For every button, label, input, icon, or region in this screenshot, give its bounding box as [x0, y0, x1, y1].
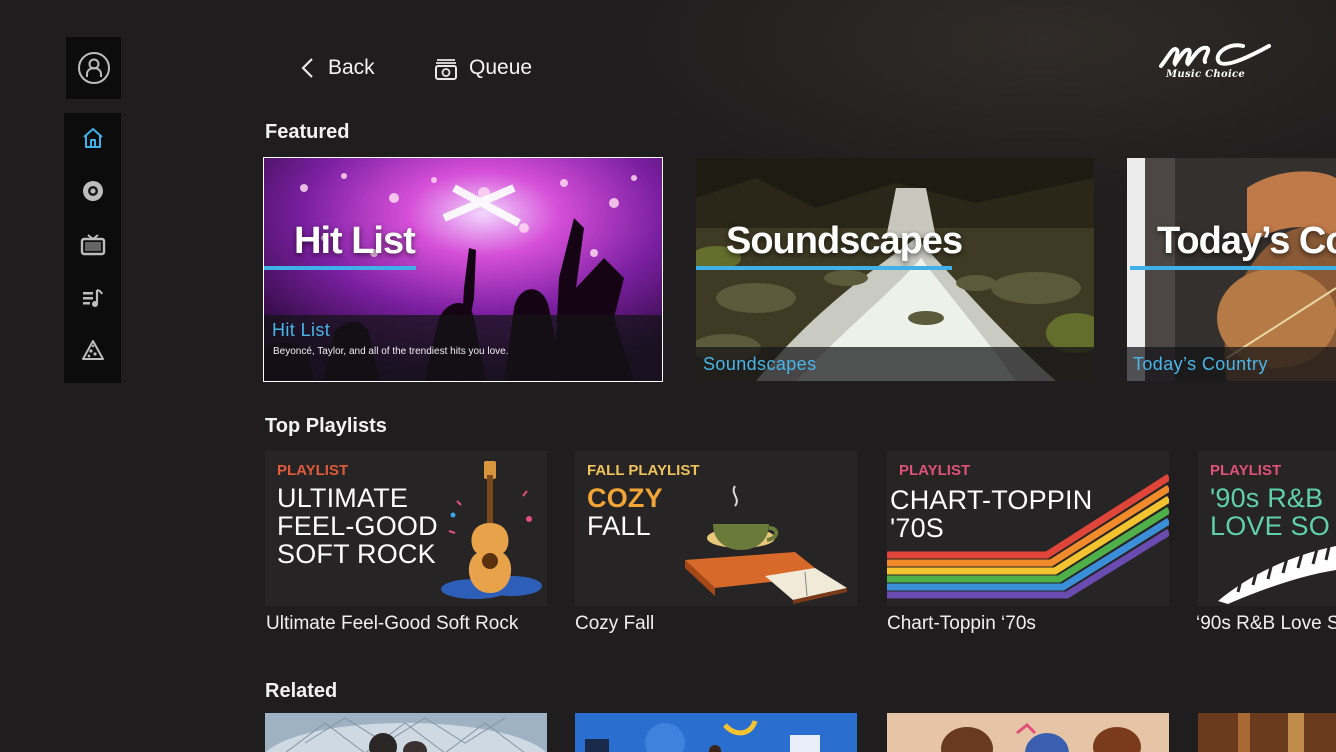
profile-button[interactable] [66, 37, 121, 99]
logo-subtitle: Music Choice [1166, 69, 1246, 80]
featured-overlay-title: Soundscapes [726, 220, 963, 262]
related-card-1[interactable] [265, 713, 547, 752]
queue-button[interactable]: Queue [433, 52, 532, 84]
nav-item-radio[interactable] [64, 171, 121, 211]
featured-card-soundscapes[interactable]: Soundscapes Soundscapes [696, 158, 1094, 381]
related-card-2[interactable] [575, 713, 857, 752]
artist-photo [1198, 713, 1336, 752]
playlist-caption: ‘90s R&B Love S [1196, 613, 1336, 634]
playlist-art-title: FALL [587, 511, 651, 541]
sidebar-nav [64, 113, 121, 383]
artist-photo [887, 713, 1169, 752]
featured-overlay-title: Today’s Cou [1157, 220, 1336, 262]
back-button[interactable]: Back [298, 52, 375, 84]
featured-name: Today’s Country [1133, 354, 1268, 374]
playlist-card-90s-rnb[interactable]: PLAYLIST '90s R&B LOVE SO [1198, 451, 1336, 606]
back-label: Back [328, 56, 375, 79]
piano-keys-icon [1218, 546, 1336, 604]
rainbow-stripes-icon [887, 474, 1169, 599]
featured-overlay-title: Hit List [294, 220, 416, 262]
nav-item-tv[interactable] [64, 225, 121, 265]
featured-heading: Featured [265, 121, 350, 143]
tv-icon [80, 234, 105, 256]
playlist-caption: Cozy Fall [575, 613, 655, 634]
playlist-art-title-accent: COZY [587, 483, 663, 513]
tea-book-icon [685, 485, 847, 604]
artist-photo [265, 713, 547, 752]
featured-card-todays-country[interactable]: Today’s Cou Today’s Country [1127, 158, 1336, 381]
featured-underline [264, 266, 416, 270]
chevron-left-icon [301, 58, 313, 78]
queue-icon [435, 59, 457, 80]
radio-icon [82, 181, 103, 201]
related-heading: Related [265, 680, 338, 702]
featured-description: Beyoncé, Taylor, and all of the trendies… [273, 346, 509, 357]
user-icon [77, 52, 110, 84]
playlist-caption: Chart-Toppin ‘70s [887, 613, 1036, 634]
featured-name: Soundscapes [703, 354, 817, 374]
playlist-tag: PLAYLIST [1210, 462, 1282, 479]
nav-item-home[interactable] [64, 118, 121, 158]
queue-label: Queue [469, 56, 533, 79]
music-list-icon [82, 289, 103, 307]
guitar-icon [441, 461, 542, 599]
featured-underline [696, 266, 952, 270]
home-icon [82, 128, 103, 148]
related-card-3[interactable] [887, 713, 1169, 752]
playlist-art-title: '90s R&B LOVE SO [1210, 483, 1330, 541]
nav-item-party[interactable] [64, 330, 121, 370]
playlist-caption: Ultimate Feel-Good Soft Rock [266, 613, 519, 634]
related-card-4[interactable] [1198, 713, 1336, 752]
nav-item-music[interactable] [64, 278, 121, 318]
featured-card-hit-list[interactable]: Hit List Hit List Beyoncé, Taylor, and a… [263, 157, 663, 382]
playlist-card-soft-rock[interactable]: PLAYLIST ULTIMATE FEEL-GOOD SOFT ROCK [265, 451, 547, 606]
featured-underline [1130, 266, 1336, 270]
playlist-card-cozy-fall[interactable]: FALL PLAYLIST COZY FALL [575, 451, 857, 606]
artist-photo [575, 713, 857, 752]
party-icon [81, 340, 104, 360]
playlist-art-title: ULTIMATE FEEL-GOOD SOFT ROCK [277, 483, 438, 569]
featured-name: Hit List [272, 320, 331, 340]
top-playlists-heading: Top Playlists [265, 415, 387, 437]
playlist-card-70s[interactable]: PLAYLIST CHART-TOPPIN '70S [887, 451, 1169, 606]
playlist-tag: PLAYLIST [277, 462, 349, 479]
